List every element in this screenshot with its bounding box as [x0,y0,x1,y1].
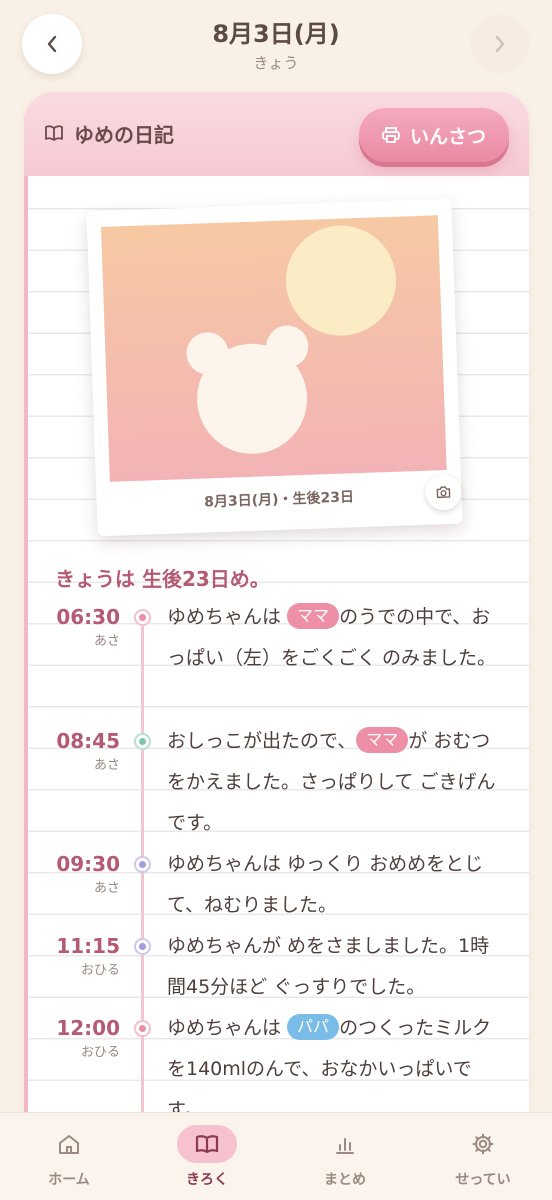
photo-card[interactable]: 8月3日(月)・生後23日 [86,198,463,537]
day-heading: きょうは 生後23日め。 [55,567,270,591]
timeline-dot [134,609,151,626]
header: 8月3日(月) きょう [0,0,552,90]
timeline-dot [134,733,151,750]
gear-icon [472,1133,494,1155]
entry-period: あさ [93,881,120,896]
camera-icon [436,486,451,499]
nav-item-summary[interactable]: まとめ [276,1113,414,1200]
bottom-navigation: ホーム きろく まとめ せってい [0,1112,552,1200]
entry-text-part: ゆめちゃんが めをさましました。1時間45分ほど ぐっすりでした。 [167,935,490,998]
mama-chip: ママ [287,603,340,629]
nav-label-record: きろく [186,1172,228,1188]
entry-period: あさ [93,758,120,773]
entry-text: ゆめちゃんは ママ のうでの中で、おっぱい（左）をごくごく のみました。 [167,597,507,679]
next-day-button[interactable] [470,14,530,74]
book-icon [195,1135,219,1154]
entry-text-part: ゆめちゃんは [167,606,288,628]
timeline-dot [134,938,151,955]
change-photo-button[interactable] [424,473,463,511]
entry-text: おしっこが出たので、 ママが おむつをかえました。さっぱりして ごきげんです。 [167,721,507,844]
book-icon [45,125,63,141]
bar-chart-icon [336,1138,354,1154]
bear-illustration [186,225,397,454]
page-subtitle: きょう [253,54,299,72]
papa-chip: パパ [287,1014,340,1040]
print-button-label: いんさつ [409,125,486,148]
entry-time: 08:45 [56,729,120,753]
entry-text-part: ゆめちゃんは [167,1017,288,1039]
entry-text: ゆめちゃんは ゆっくり おめめをとじて、ねむりました。 [167,844,507,926]
nav-label-summary: まとめ [324,1172,366,1188]
mama-chip: ママ [356,727,409,753]
baby-photo-placeholder [100,215,447,482]
entry-time: 09:30 [56,852,120,876]
nav-label-home: ホーム [48,1172,90,1188]
nav-item-home[interactable]: ホーム [0,1113,138,1200]
diary-title: ゆめの日記 [74,123,174,147]
timeline-dot [134,856,151,873]
timeline-dot [134,1020,151,1037]
entry-text-part: おしっこが出たので、 [167,730,357,752]
margin-line [24,92,28,1132]
nav-item-record[interactable]: きろく [138,1113,276,1200]
photo-caption: 8月3日(月)・生後23日 [203,489,355,511]
nav-label-settings: せってい [455,1172,511,1188]
printer-icon [382,127,400,143]
entry-time: 06:30 [56,605,120,629]
entry-time: 11:15 [56,934,120,958]
entry-period: おひる [80,963,120,978]
chevron-right-icon [495,35,505,53]
entry-period: あさ [93,634,120,649]
entry-text-part: ゆめちゃんは ゆっくり おめめをとじて、ねむりました。 [167,853,484,916]
nav-item-settings[interactable]: せってい [414,1113,552,1200]
diary-header: ゆめの日記 いんさつ [24,92,529,176]
entry-period: おひる [80,1045,120,1060]
home-icon [59,1135,79,1154]
entry-text: ゆめちゃんが めをさましました。1時間45分ほど ぐっすりでした。 [167,926,507,1008]
entry-time: 12:00 [56,1016,120,1040]
print-button[interactable]: いんさつ [359,108,509,162]
